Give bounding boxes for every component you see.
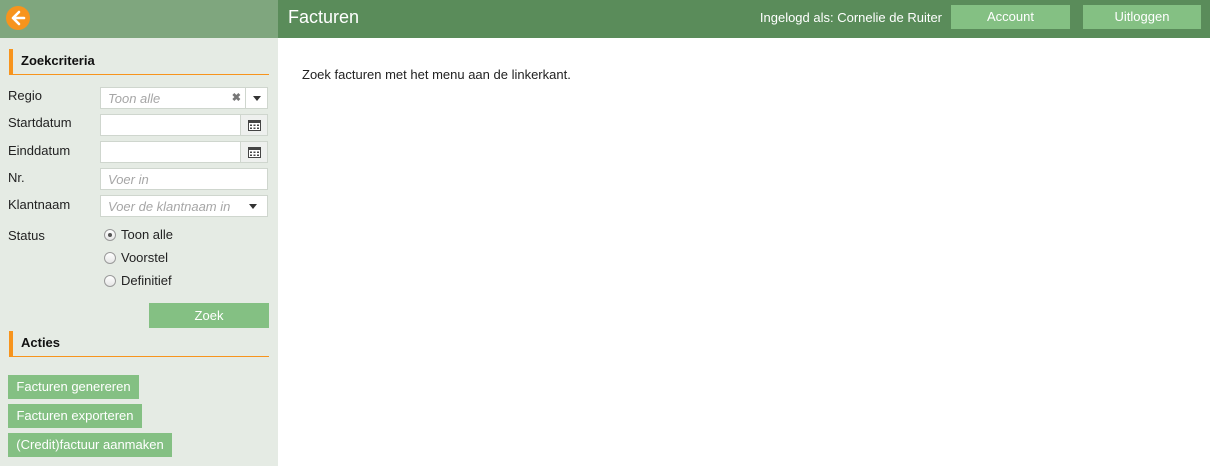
- export-invoices-button[interactable]: Facturen exporteren: [8, 404, 142, 428]
- generate-invoices-button[interactable]: Facturen genereren: [8, 375, 139, 399]
- search-button[interactable]: Zoek: [149, 303, 269, 328]
- radio-button[interactable]: [104, 251, 116, 264]
- status-option-label: Voorstel: [121, 250, 168, 265]
- top-header: Facturen Ingelogd als: Cornelie de Ruite…: [278, 0, 1210, 38]
- status-label: Status: [8, 228, 45, 243]
- calendar-icon: [247, 120, 261, 131]
- sidebar-top-bar: [0, 0, 278, 38]
- radio-button[interactable]: [104, 274, 116, 287]
- create-credit-invoice-button[interactable]: (Credit)factuur aanmaken: [8, 433, 172, 457]
- radio-button-checked[interactable]: [104, 228, 116, 241]
- status-option-label: Definitief: [121, 273, 172, 288]
- regio-placeholder: Toon alle: [108, 91, 161, 106]
- page-title: Facturen: [288, 7, 360, 27]
- einddatum-calendar-button[interactable]: [240, 141, 268, 163]
- klantnaam-label: Klantnaam: [8, 197, 71, 212]
- actions-heading: Acties: [9, 331, 269, 357]
- status-radio-voorstel[interactable]: Voorstel: [104, 250, 168, 265]
- einddatum-label: Einddatum: [8, 143, 71, 158]
- regio-select[interactable]: Toon alle ✖: [100, 87, 268, 109]
- nr-label: Nr.: [8, 170, 25, 185]
- status-radio-toon-alle[interactable]: Toon alle: [104, 227, 173, 242]
- logged-in-user: Ingelogd als: Cornelie de Ruiter: [759, 10, 942, 25]
- nr-placeholder: Voer in: [108, 172, 149, 187]
- startdatum-label: Startdatum: [8, 115, 72, 130]
- back-button[interactable]: [6, 6, 30, 30]
- startdatum-calendar-button[interactable]: [240, 114, 268, 136]
- clear-x-icon[interactable]: ✖: [232, 91, 241, 104]
- regio-dropdown-toggle[interactable]: [245, 88, 267, 108]
- sidebar: Zoekcriteria Regio Toon alle ✖ Startdatu…: [0, 0, 278, 466]
- status-option-label: Toon alle: [121, 227, 174, 242]
- calendar-icon: [247, 147, 261, 158]
- klantnaam-select[interactable]: Voer de klantnaam in: [100, 195, 268, 217]
- klantnaam-placeholder: Voer de klantnaam in: [108, 199, 231, 214]
- regio-label: Regio: [8, 88, 42, 103]
- main-message: Zoek facturen met het menu aan de linker…: [302, 67, 571, 82]
- arrow-left-icon: [11, 10, 26, 26]
- startdatum-input[interactable]: [100, 114, 241, 136]
- search-criteria-heading: Zoekcriteria: [9, 49, 269, 75]
- logout-button[interactable]: Uitloggen: [1083, 5, 1201, 29]
- chevron-down-icon: [249, 204, 257, 209]
- status-radio-definitief[interactable]: Definitief: [104, 273, 172, 288]
- chevron-down-icon: [252, 95, 261, 101]
- account-button[interactable]: Account: [951, 5, 1070, 29]
- nr-input[interactable]: Voer in: [100, 168, 268, 190]
- einddatum-input[interactable]: [100, 141, 241, 163]
